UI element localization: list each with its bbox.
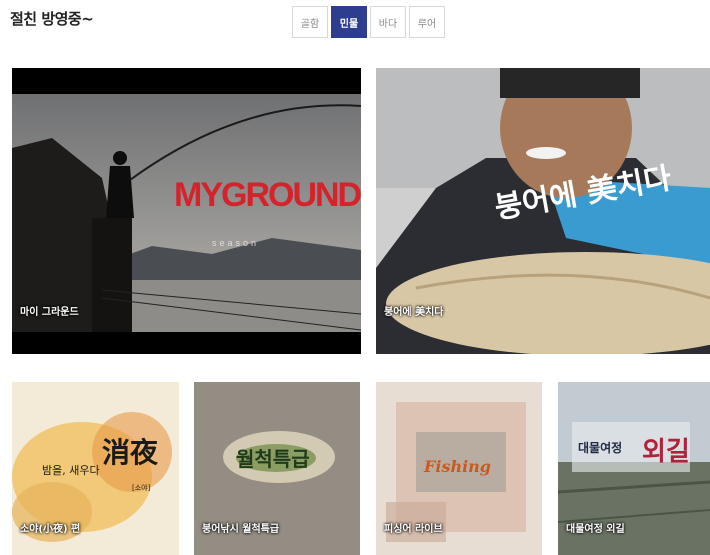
logo-text: MYGROUND: [174, 176, 361, 214]
logo-text: 월척특급: [236, 447, 310, 471]
logo-small: 대물여정: [578, 440, 622, 455]
tab-freshwater[interactable]: 민물: [331, 6, 367, 38]
tab-golham[interactable]: 골함: [292, 6, 328, 38]
program-card-oegil[interactable]: 대물여정 외길 대물여정 외길: [558, 382, 710, 555]
program-card-fishing[interactable]: Fishing 피싱어 라이브: [376, 382, 542, 555]
program-card-wolcheok[interactable]: 월척특급 붕어낚시 월척특급: [194, 382, 360, 555]
tab-lure[interactable]: 루어: [409, 6, 445, 38]
logo-subtext: season: [212, 238, 259, 248]
program-card-crucian[interactable]: 붕어에 美치다 붕어에 美치다: [376, 68, 710, 354]
program-card-my-ground[interactable]: MYGROUND season 마이 그라운드: [12, 68, 361, 354]
program-card-soya[interactable]: 消夜 밤을, 새우다 [소야] 소야(小夜) 편: [12, 382, 179, 555]
tab-sea[interactable]: 바다: [370, 6, 406, 38]
logo-tag: [소야]: [132, 483, 151, 492]
page-title: 절친 방영중~: [10, 10, 94, 28]
category-tabs: 골함 민물 바다 루어: [292, 6, 448, 38]
program-caption: 대물여정 외길: [566, 524, 625, 535]
logo-main: 消夜: [102, 436, 159, 469]
program-caption: 마이 그라운드: [20, 307, 79, 318]
logo-text: Fishing: [423, 457, 491, 476]
program-caption: 피싱어 라이브: [384, 524, 443, 535]
program-caption: 소야(小夜) 편: [20, 524, 81, 535]
logo-big: 외길: [642, 437, 690, 467]
logo-side: 밤을, 새우다: [42, 464, 100, 477]
program-caption: 붕어에 美치다: [384, 307, 444, 318]
program-caption: 붕어낚시 월척특급: [202, 524, 280, 535]
